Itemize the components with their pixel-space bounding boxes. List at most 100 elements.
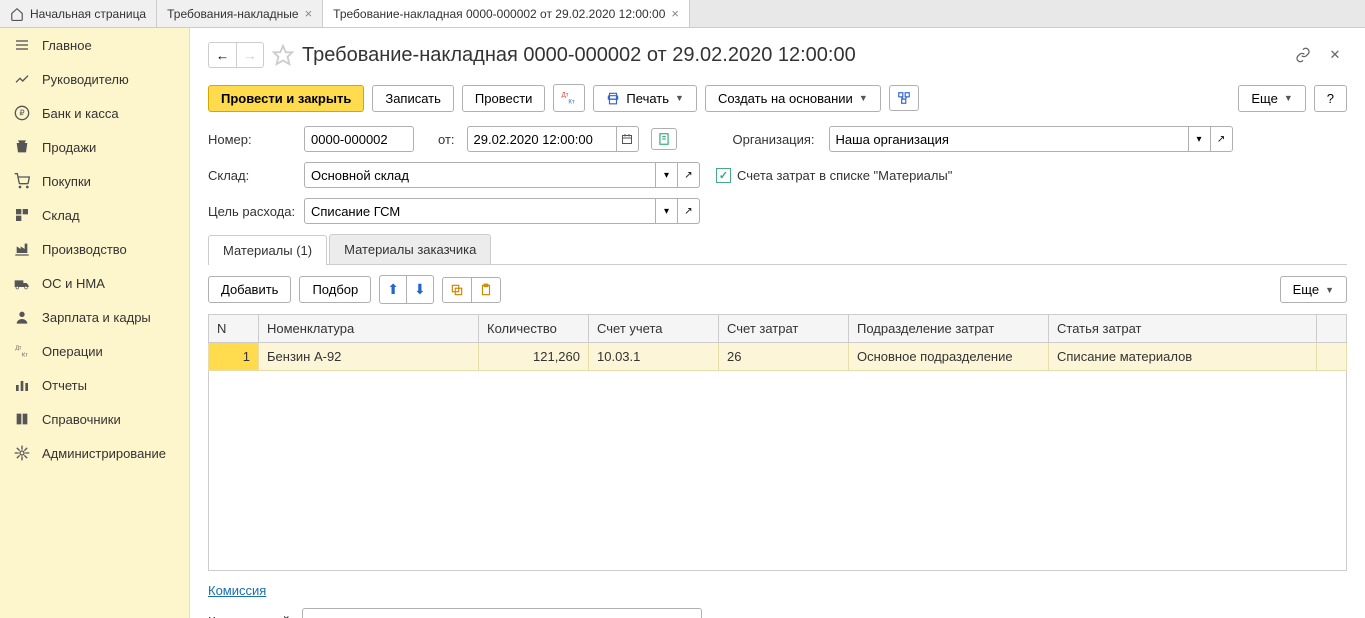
commission-link[interactable]: Комиссия: [208, 583, 266, 598]
close-icon[interactable]: ×: [671, 6, 679, 21]
structure-icon: [897, 91, 911, 105]
cell-cost-division[interactable]: Основное подразделение: [849, 343, 1049, 371]
warehouse-dropdown-button[interactable]: ▾: [656, 162, 678, 188]
form-action-button[interactable]: [651, 128, 677, 150]
warehouse-label: Склад:: [208, 168, 298, 183]
open-icon: ↗: [684, 170, 692, 181]
document-header: ← → Требование-накладная 0000-000002 от …: [208, 42, 1347, 68]
tab-home[interactable]: Начальная страница: [0, 0, 157, 27]
dtkt-button[interactable]: ДтКт: [553, 84, 585, 112]
col-cost-account[interactable]: Счет затрат: [719, 315, 849, 343]
tab-list-label: Требования-накладные: [167, 7, 298, 21]
document-title: Требование-накладная 0000-000002 от 29.0…: [302, 44, 856, 67]
tab-list[interactable]: Требования-накладные ×: [157, 0, 323, 27]
more-button[interactable]: Еще ▼: [1238, 85, 1305, 112]
select-button[interactable]: Подбор: [299, 276, 371, 303]
post-button[interactable]: Провести: [462, 85, 546, 112]
sidebar-item-bank[interactable]: ₽ Банк и касса: [0, 96, 189, 130]
date-input[interactable]: [467, 126, 617, 152]
print-button[interactable]: Печать ▼: [593, 85, 697, 112]
cell-cost-account[interactable]: 26: [719, 343, 849, 371]
col-cost-division[interactable]: Подразделение затрат: [849, 315, 1049, 343]
col-nomenclature[interactable]: Номенклатура: [259, 315, 479, 343]
sidebar-item-production[interactable]: Производство: [0, 232, 189, 266]
structure-button[interactable]: [889, 85, 919, 111]
table-empty-area[interactable]: [208, 371, 1347, 571]
col-quantity[interactable]: Количество: [479, 315, 589, 343]
warehouse-input[interactable]: [304, 162, 656, 188]
sidebar-item-operations[interactable]: ДтКт Операции: [0, 334, 189, 368]
sidebar-item-salary[interactable]: Зарплата и кадры: [0, 300, 189, 334]
sidebar-item-reports[interactable]: Отчеты: [0, 368, 189, 402]
sidebar-item-main[interactable]: Главное: [0, 28, 189, 62]
cell-account[interactable]: 10.03.1: [589, 343, 719, 371]
sidebar-item-warehouse[interactable]: Склад: [0, 198, 189, 232]
post-close-button[interactable]: Провести и закрыть: [208, 85, 364, 112]
sidebar-item-sales[interactable]: Продажи: [0, 130, 189, 164]
sidebar-item-purchases[interactable]: Покупки: [0, 164, 189, 198]
sidebar-item-references[interactable]: Справочники: [0, 402, 189, 436]
cell-extra[interactable]: [1317, 343, 1347, 371]
link-icon[interactable]: [1291, 43, 1315, 67]
main-content: ← → Требование-накладная 0000-000002 от …: [190, 28, 1365, 618]
sidebar-item-label: ОС и НМА: [42, 276, 105, 291]
tab-materials[interactable]: Материалы (1): [208, 235, 327, 265]
create-based-button[interactable]: Создать на основании ▼: [705, 85, 881, 112]
cell-quantity[interactable]: 121,260: [479, 343, 589, 371]
tab-document[interactable]: Требование-накладная 0000-000002 от 29.0…: [323, 0, 690, 27]
sidebar-item-admin[interactable]: Администрирование: [0, 436, 189, 470]
sidebar-item-assets[interactable]: ОС и НМА: [0, 266, 189, 300]
col-account[interactable]: Счет учета: [589, 315, 719, 343]
col-extra: [1317, 315, 1347, 343]
cell-n[interactable]: 1: [209, 343, 259, 371]
cell-nomenclature[interactable]: Бензин А-92: [259, 343, 479, 371]
sidebar-item-label: Зарплата и кадры: [42, 310, 151, 325]
copy-button[interactable]: [442, 277, 472, 303]
paste-button[interactable]: [472, 277, 501, 303]
number-input[interactable]: [304, 126, 414, 152]
nav-forward-button[interactable]: →: [236, 42, 264, 68]
sidebar-item-label: Главное: [42, 38, 92, 53]
star-icon[interactable]: [272, 44, 294, 66]
add-button[interactable]: Добавить: [208, 276, 291, 303]
table-row[interactable]: 1 Бензин А-92 121,260 10.03.1 26 Основно…: [209, 343, 1347, 371]
purpose-open-button[interactable]: ↗: [678, 198, 700, 224]
gear-icon: [14, 445, 30, 461]
cart-icon: [14, 173, 30, 189]
chart-icon: [14, 71, 30, 87]
move-down-button[interactable]: ⬇: [407, 275, 434, 304]
help-button[interactable]: ?: [1314, 85, 1347, 112]
truck-icon: [14, 275, 30, 291]
calendar-button[interactable]: [617, 126, 639, 152]
cell-cost-item[interactable]: Списание материалов: [1049, 343, 1317, 371]
warehouse-open-button[interactable]: ↗: [678, 162, 700, 188]
arrow-down-icon: ⬇: [414, 281, 426, 298]
table-header-row: N Номенклатура Количество Счет учета Сче…: [209, 315, 1347, 343]
chevron-down-icon: ▼: [859, 93, 868, 103]
sidebar-item-manager[interactable]: Руководителю: [0, 62, 189, 96]
close-button[interactable]: ✕: [1323, 43, 1347, 67]
menu-icon: [14, 37, 30, 53]
tab-customer-materials[interactable]: Материалы заказчика: [329, 234, 491, 264]
purpose-input[interactable]: [304, 198, 656, 224]
table-more-label: Еще: [1293, 282, 1319, 297]
org-dropdown-button[interactable]: ▾: [1189, 126, 1211, 152]
move-up-button[interactable]: ⬆: [379, 275, 407, 304]
sidebar-item-label: Операции: [42, 344, 103, 359]
tab-home-label: Начальная страница: [30, 7, 146, 21]
cost-accounts-checkbox[interactable]: ✓: [716, 168, 731, 183]
save-button[interactable]: Записать: [372, 85, 454, 112]
svg-text:₽: ₽: [19, 109, 24, 118]
org-input[interactable]: [829, 126, 1189, 152]
copy-icon: [450, 283, 464, 297]
col-cost-item[interactable]: Статья затрат: [1049, 315, 1317, 343]
col-n[interactable]: N: [209, 315, 259, 343]
org-open-button[interactable]: ↗: [1211, 126, 1233, 152]
document-icon: [657, 132, 671, 146]
purpose-dropdown-button[interactable]: ▾: [656, 198, 678, 224]
comment-input[interactable]: [302, 608, 702, 618]
nav-back-button[interactable]: ←: [208, 42, 236, 68]
close-icon[interactable]: ×: [305, 6, 313, 21]
table-more-button[interactable]: Еще ▼: [1280, 276, 1347, 303]
open-icon: ↗: [684, 206, 692, 217]
